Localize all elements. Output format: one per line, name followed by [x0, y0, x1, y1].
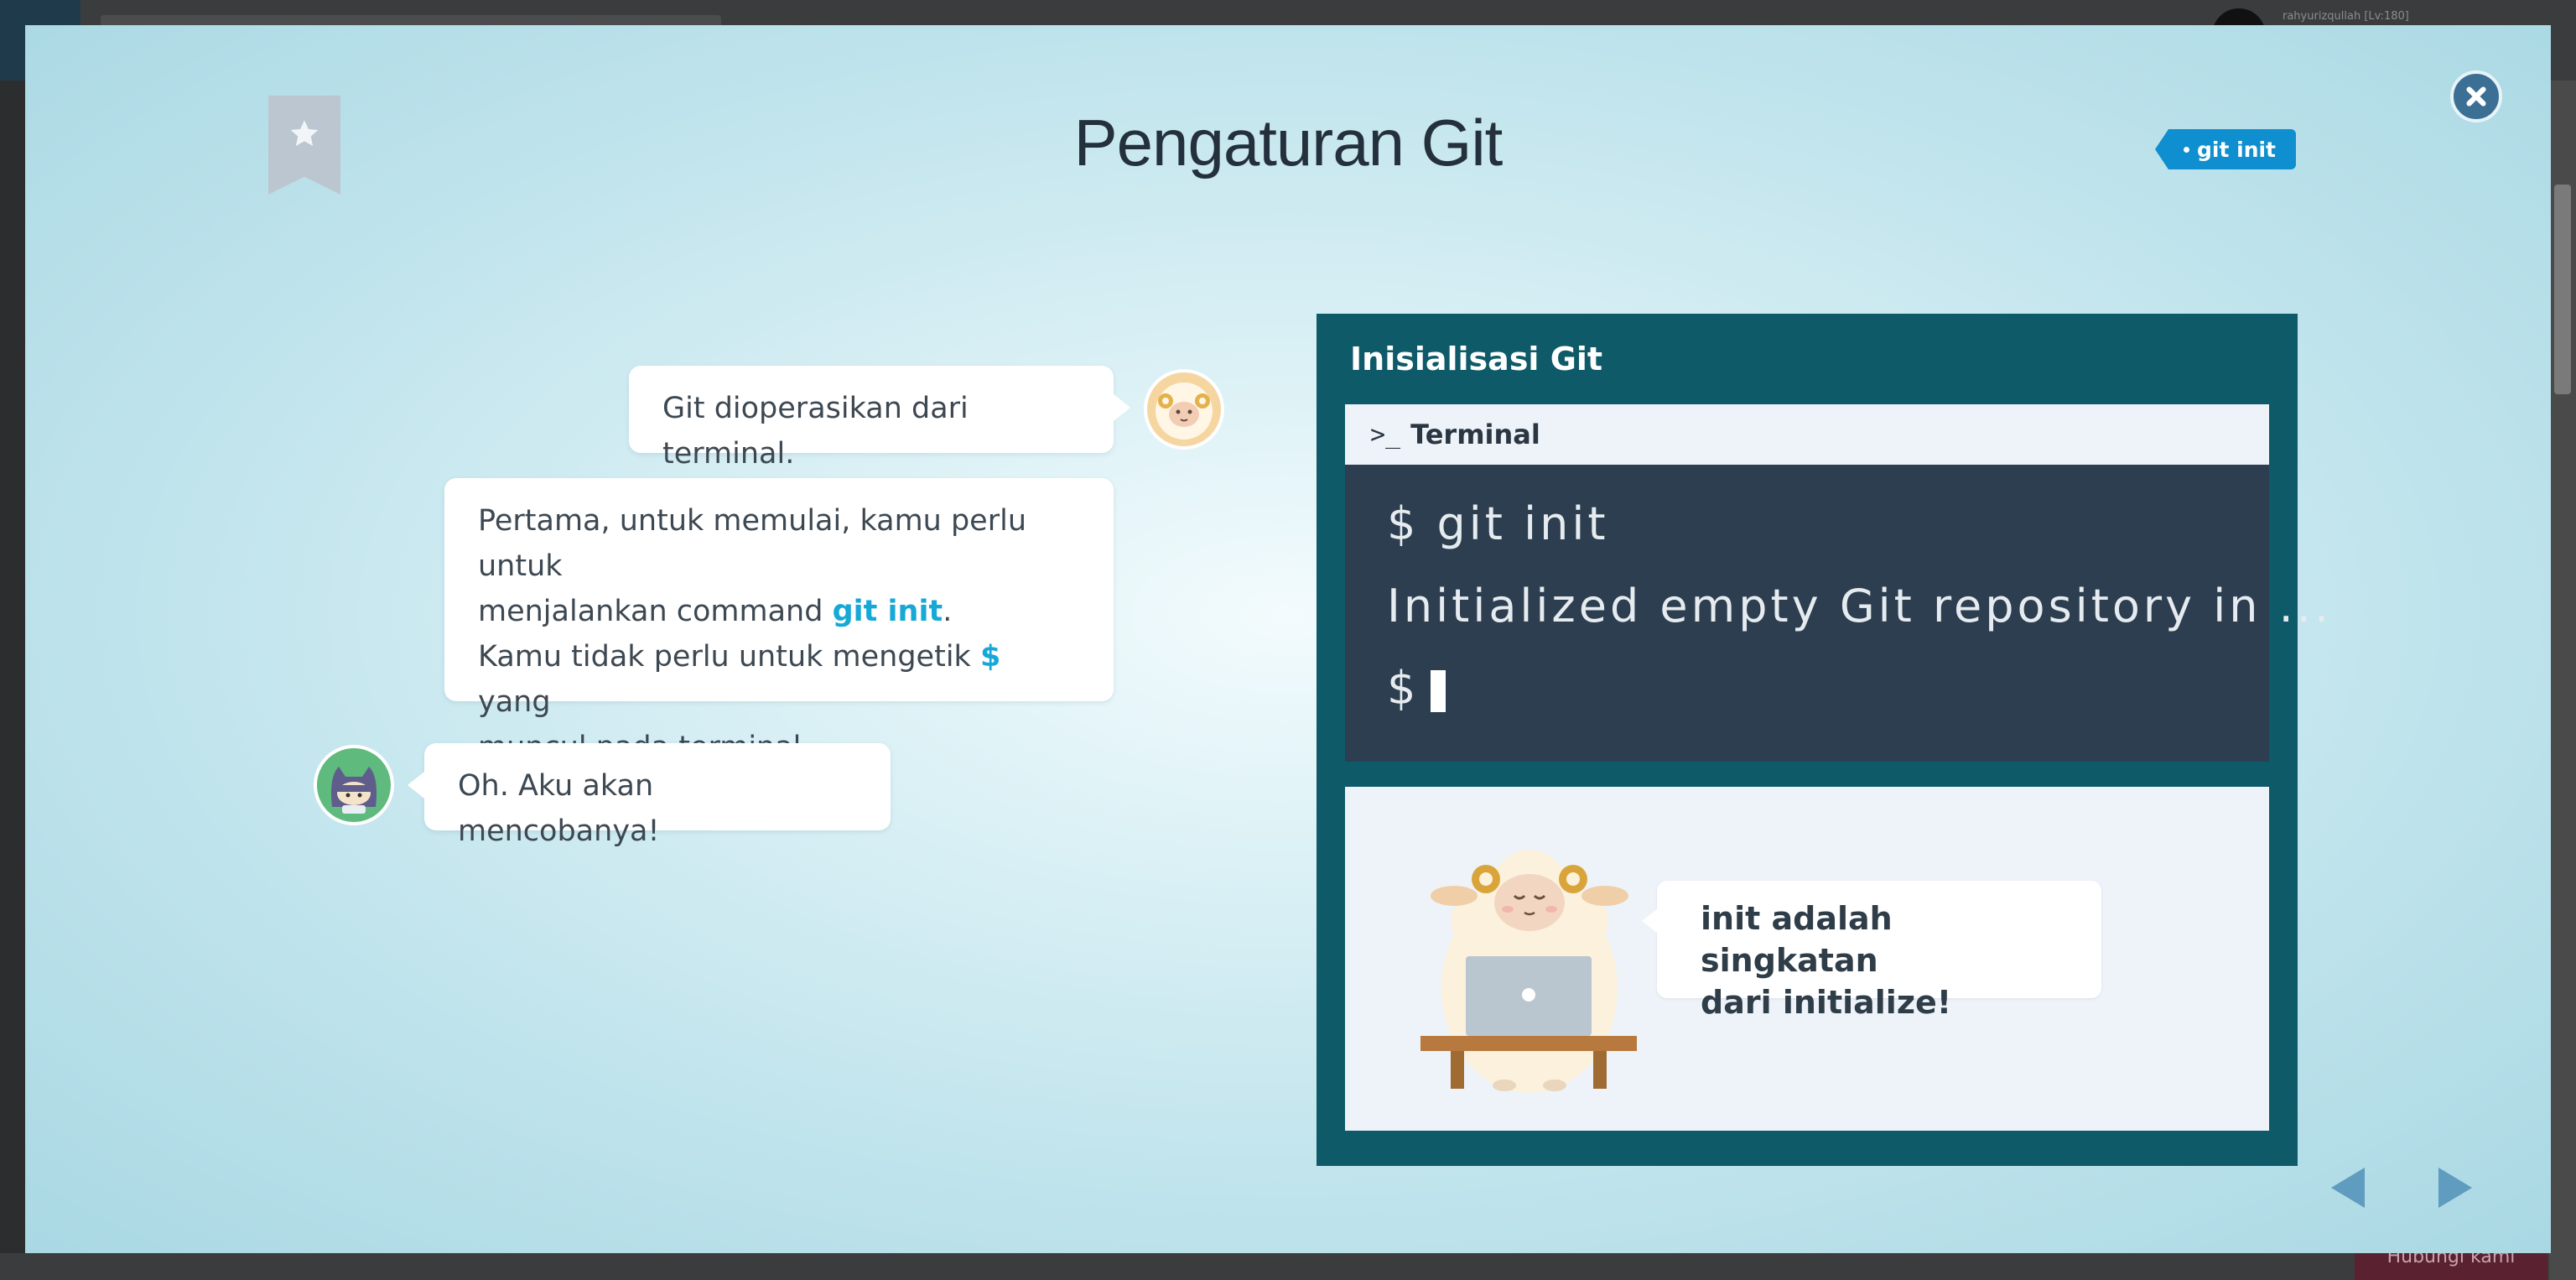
tag-bullet: [2184, 147, 2189, 153]
terminal-prompt-line: $: [1387, 659, 2227, 741]
user-label: rahyurizqullah [Lv:180]: [2283, 10, 2409, 23]
illustration-card: init adalah singkatan dari initialize!: [1345, 787, 2269, 1131]
terminal-line: $ git init: [1387, 497, 1609, 550]
terminal-line: Initialized empty Git repository in ...: [1387, 580, 2333, 632]
scrollbar-thumb[interactable]: [2554, 185, 2571, 394]
chat-line: Pertama, untuk memulai, kamu perlu untuk: [478, 504, 1027, 583]
example-panel: Inisialisasi Git >_ Terminal $ git init …: [1317, 314, 2333, 1166]
chat-bubble-sheep-2: Pertama, untuk memulai, kamu perlu untuk…: [444, 478, 1114, 764]
terminal-cursor: [1431, 670, 1446, 713]
arrow-right-icon[interactable]: [2427, 1163, 2477, 1213]
topic-tag: git init: [2154, 129, 2297, 169]
lesson-modal: Pengaturan Git git init Git dioperasikan…: [25, 25, 2551, 1253]
terminal-title: Terminal: [1410, 419, 1540, 450]
command-highlight: git init: [832, 595, 943, 628]
ninja-avatar: [314, 745, 394, 825]
speech-line: init adalah singkatan: [1701, 900, 1893, 979]
chat-bubble-sheep-1: Git dioperasikan dari terminal.: [629, 366, 1130, 471]
terminal-body: $ git init Initialized empty Git reposit…: [1345, 465, 2333, 762]
speech-line: dari initialize!: [1701, 984, 1952, 1021]
speech-bubble: init adalah singkatan dari initialize!: [1642, 881, 2101, 1021]
sheep-laptop-illustration: [1420, 850, 1637, 1093]
arrow-left-icon[interactable]: [2326, 1163, 2376, 1213]
chat-text: Oh. Aku akan mencobanya!: [458, 769, 660, 848]
terminal-prompt-icon: >_: [1370, 419, 1401, 450]
terminal-window: >_ Terminal $ git init Initialized empty…: [1345, 404, 2333, 762]
tag-label: git init: [2197, 137, 2277, 162]
chat-text: Git dioperasikan dari terminal.: [662, 392, 969, 471]
close-button[interactable]: [2450, 70, 2502, 122]
dollar-highlight: $: [979, 640, 1001, 674]
chat-bubble-ninja: Oh. Aku akan mencobanya!: [408, 743, 891, 848]
close-icon: [2466, 86, 2486, 107]
background-bottom-bar: [0, 1253, 2549, 1280]
chat-line: menjalankan command git init.: [478, 595, 953, 628]
terminal-header: >_ Terminal: [1345, 404, 2269, 465]
panel-title: Inisialisasi Git: [1350, 341, 1603, 377]
chat-line: Kamu tidak perlu untuk mengetik $ yang: [478, 640, 1001, 719]
sheep-avatar: [1144, 369, 1224, 450]
